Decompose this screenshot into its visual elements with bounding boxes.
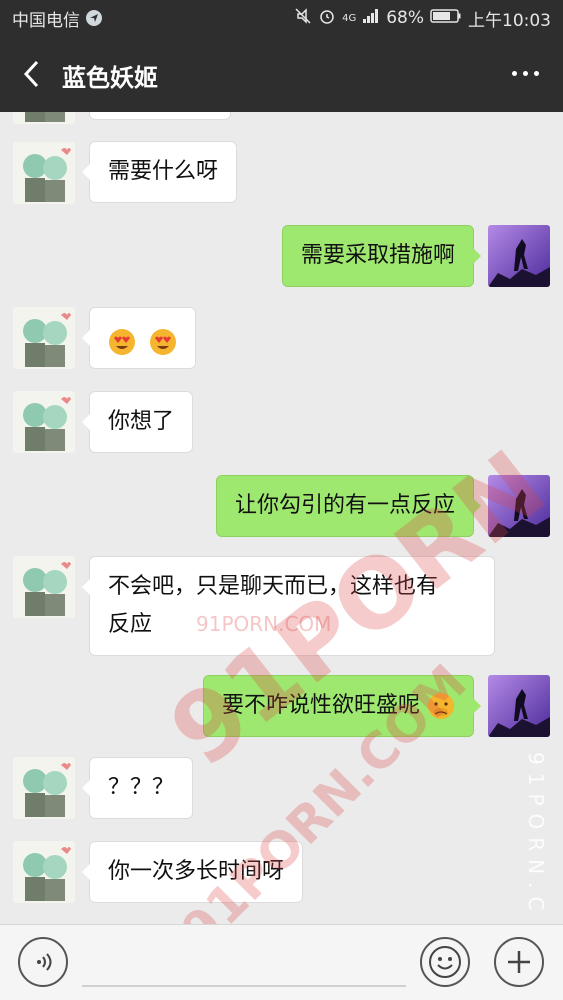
more-dot-icon (511, 70, 517, 76)
more-dot-icon (533, 70, 539, 76)
sent-message-with-emoji[interactable]: 要不咋说性欲旺盛呢 (202, 675, 482, 737)
received-message[interactable]: 你一次多长时间呀 (81, 841, 304, 903)
plus-icon (508, 951, 530, 973)
clock: 上午10:03 (468, 10, 551, 31)
my-avatar[interactable] (488, 675, 550, 737)
sent-message[interactable]: 让你勾引的有一点反应 (215, 475, 482, 537)
shy-emoji (428, 693, 454, 719)
voice-icon (37, 953, 52, 971)
message-line: 反应 (108, 612, 153, 637)
chat-header: 蓝色妖姬 (0, 36, 563, 112)
message-input[interactable] (82, 985, 406, 987)
smiley-icon (429, 946, 461, 978)
contact-avatar[interactable] (13, 556, 75, 618)
more-options-button[interactable] (505, 58, 545, 88)
network-type: 4G (342, 12, 357, 24)
add-button[interactable] (494, 937, 544, 987)
message-bubble-partial[interactable] (89, 112, 231, 120)
received-message-multiline[interactable]: 不会吧，只是聊天而已，这样也有 反应 (82, 556, 495, 656)
contact-avatar[interactable] (13, 307, 75, 369)
status-left: 中国电信 (12, 6, 102, 31)
chat-title: 蓝色妖姬 (62, 64, 158, 92)
carrier-name: 中国电信 (12, 10, 80, 31)
alarm-icon (318, 7, 336, 30)
status-right: 4G 68% 上午10:03 (294, 6, 551, 31)
status-bar: 中国电信 4G 68% 上午10:03 (0, 0, 563, 36)
battery-icon (430, 8, 462, 29)
battery-percent: 68% (386, 8, 424, 28)
chat-area[interactable]: 需要什么呀 需要采取措施啊 你想了 让你勾引的有一点反应 不会吧，只是聊天而已，… (0, 112, 563, 924)
heart-eyes-emoji (150, 329, 176, 355)
back-arrow-icon (23, 60, 39, 88)
signal-icon (362, 8, 380, 29)
contact-avatar[interactable] (13, 391, 75, 453)
contact-avatar[interactable] (13, 112, 75, 124)
more-dot-icon (522, 70, 528, 76)
heart-eyes-emoji (109, 329, 135, 355)
received-message[interactable]: 你想了 (81, 391, 194, 453)
my-avatar[interactable] (488, 475, 550, 537)
contact-avatar[interactable] (13, 142, 75, 204)
my-avatar[interactable] (488, 225, 550, 287)
received-emoji-message[interactable] (82, 307, 196, 369)
voice-button[interactable] (18, 937, 68, 987)
emoji-button[interactable] (420, 937, 470, 987)
back-button[interactable] (14, 54, 50, 94)
message-text: 要不咋说性欲旺盛呢 (221, 693, 420, 718)
contact-avatar[interactable] (13, 841, 75, 903)
sent-message[interactable]: 需要采取措施啊 (281, 225, 482, 287)
received-message[interactable]: 需要什么呀 (81, 141, 238, 203)
mute-icon (294, 7, 312, 30)
message-line: 不会吧，只是聊天而已，这样也有 (108, 574, 439, 599)
input-bar (0, 924, 563, 1000)
contact-avatar[interactable] (13, 757, 75, 819)
received-message[interactable]: ？？？ (81, 757, 194, 819)
location-icon (86, 10, 102, 26)
